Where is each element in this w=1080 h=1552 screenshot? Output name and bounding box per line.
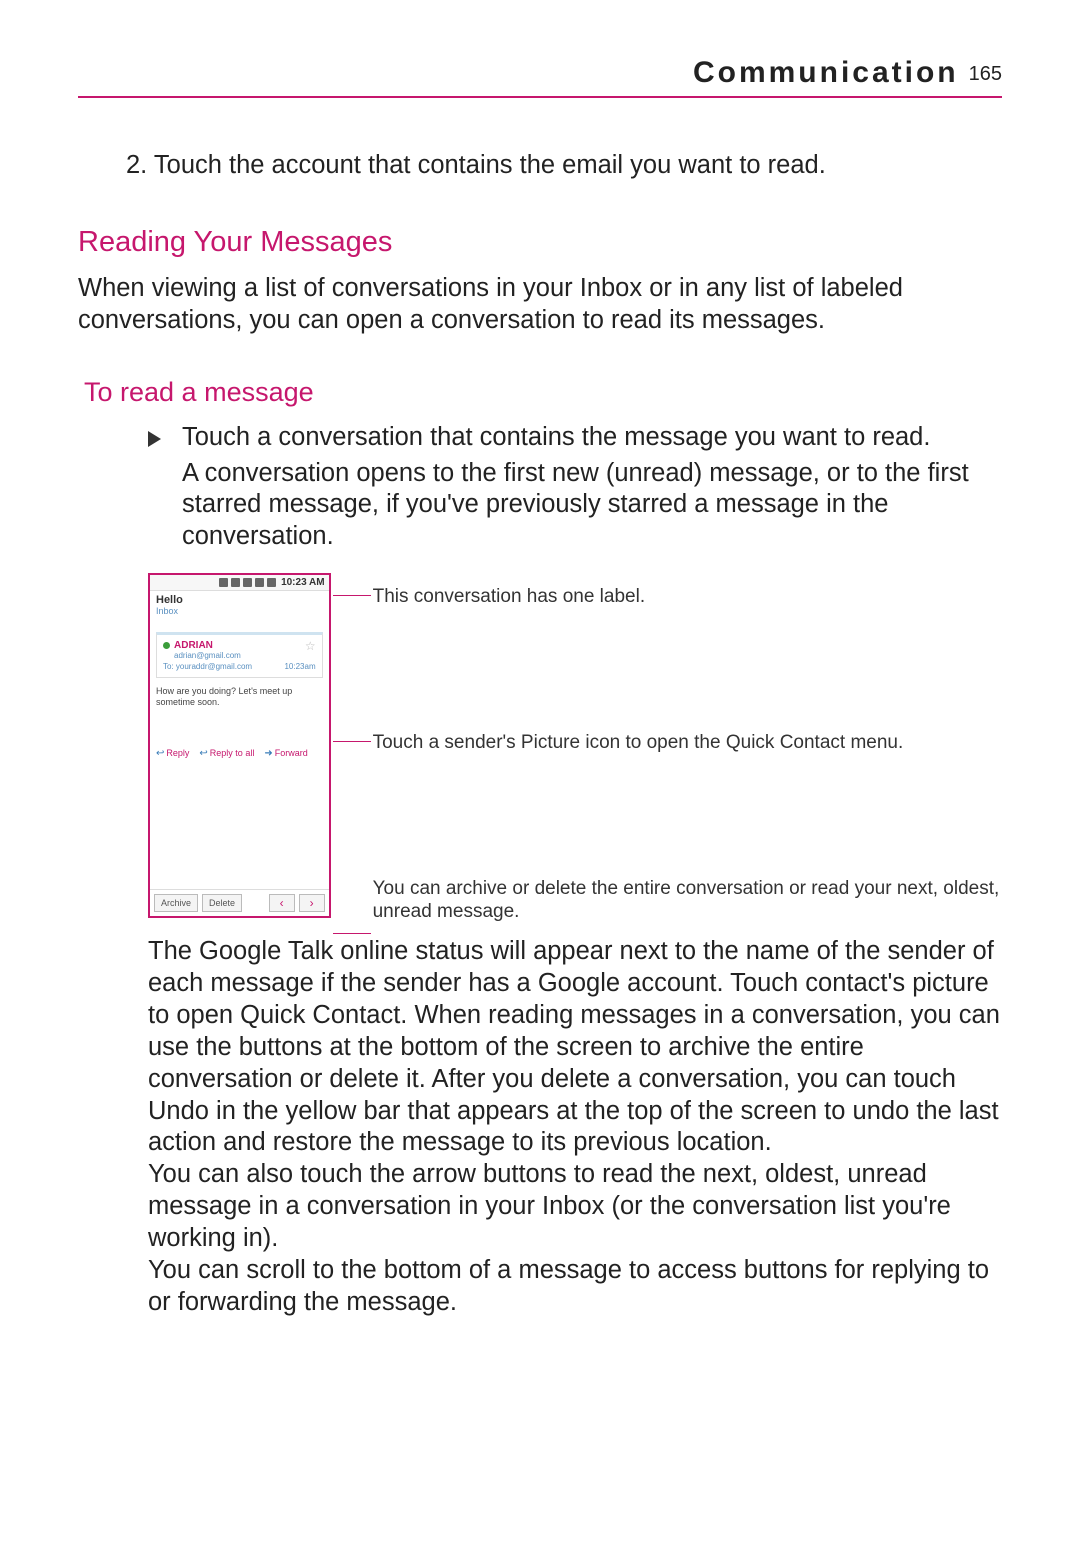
sender-line: ADRIAN [163,640,316,651]
reply-button[interactable]: Reply [156,748,189,759]
next-message-button[interactable]: › [299,894,325,912]
status-time: 10:23 AM [281,577,325,588]
message-card: ☆ ADRIAN adrian@gmail.com To: youraddr@g… [156,632,323,678]
forward-button[interactable]: Forward [264,748,307,759]
paragraph-googletalk: The Google Talk online status will appea… [148,936,1002,1159]
to-prefix: To: [163,662,174,671]
bullet-explanation: A conversation opens to the first new (u… [148,458,1002,554]
leader-line-icon [333,933,371,934]
annotation-label-text: This conversation has one label. [373,586,646,607]
annotation-picture-text: Touch a sender's Picture icon to open th… [373,732,904,753]
prev-message-button[interactable]: ‹ [269,894,295,912]
paragraph-scroll: You can scroll to the bottom of a messag… [148,1255,1002,1319]
annotation-archive-text: You can archive or delete the entire con… [373,878,1000,923]
reading-intro: When viewing a list of conversations in … [78,273,1002,337]
message-body: How are you doing? Let's meet up sometim… [156,686,323,708]
annotation-label: This conversation has one label. [373,585,1002,609]
status-icon [231,578,240,587]
status-icon [243,578,252,587]
bullet-text-1: Touch a conversation that contains the m… [182,423,930,451]
status-icon [267,578,276,587]
bottom-bar: Archive Delete ‹ › [150,889,329,916]
subject: Hello [156,594,183,606]
to-line: To: youraddr@gmail.com 10:23am [163,662,316,671]
page: Communication 165 2. Touch the account t… [0,0,1080,1552]
subject-row: Hello Inbox [150,591,329,618]
leader-line-icon [333,741,371,742]
paragraph-arrows: You can also touch the arrow buttons to … [148,1159,1002,1255]
spacer [246,894,265,912]
subject-label: Inbox [156,606,178,616]
to-address: youraddr@gmail.com [176,662,252,671]
page-number: 165 [969,63,1002,86]
bullet-block: Touch a conversation that contains the m… [148,422,1002,554]
step-2: 2. Touch the account that contains the e… [126,150,1002,182]
bullet-touch-conversation: Touch a conversation that contains the m… [148,422,1002,454]
annotation-archive: You can archive or delete the entire con… [373,877,1002,925]
page-header: Communication 165 [78,56,1002,98]
heading-to-read-a-message: To read a message [84,377,1002,408]
star-icon[interactable]: ☆ [305,639,316,653]
status-icon [219,578,228,587]
reply-actions: Reply Reply to all Forward [156,748,323,759]
reply-all-button[interactable]: Reply to all [199,748,254,759]
sender-address: adrian@gmail.com [174,651,316,660]
annotation-picture: Touch a sender's Picture icon to open th… [373,731,1002,755]
section-title: Communication [693,56,959,90]
status-icon [255,578,264,587]
presence-dot-icon [163,642,170,649]
annotations: This conversation has one label. Touch a… [373,573,1002,926]
phone-screenshot: 10:23 AM Hello Inbox ☆ ADRIAN adrian@gma… [148,573,331,918]
message-time: 10:23am [284,662,315,671]
diagram: 10:23 AM Hello Inbox ☆ ADRIAN adrian@gma… [148,573,1002,926]
triangle-bullet-icon [148,431,161,447]
leader-line-icon [333,595,371,596]
archive-button[interactable]: Archive [154,894,198,912]
status-bar: 10:23 AM [150,575,329,591]
sender-name: ADRIAN [174,640,213,651]
delete-button[interactable]: Delete [202,894,242,912]
heading-reading-your-messages: Reading Your Messages [78,226,1002,259]
